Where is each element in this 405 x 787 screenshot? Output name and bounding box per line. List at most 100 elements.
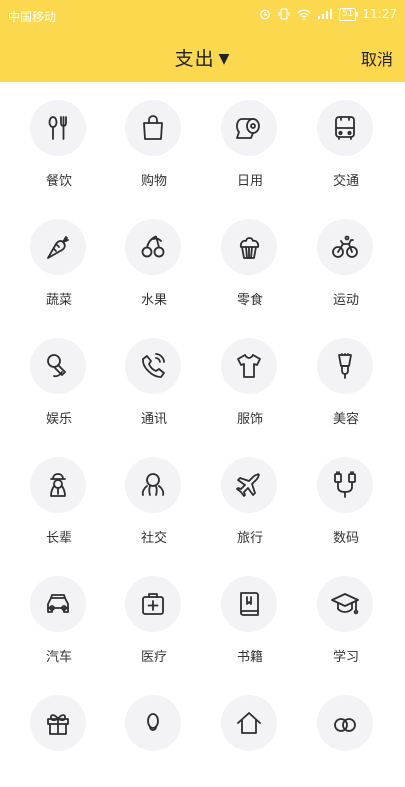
category-label: 社交 xyxy=(140,531,167,546)
cherry-icon xyxy=(141,235,165,258)
category-item[interactable]: 购物 xyxy=(104,82,204,192)
category-item[interactable]: 通讯 xyxy=(104,320,204,430)
vibrate-icon xyxy=(278,8,290,20)
category-label: 通讯 xyxy=(140,412,167,427)
category-item[interactable]: 旅行 xyxy=(200,439,300,549)
car-icon xyxy=(47,594,69,613)
rings-icon xyxy=(334,718,356,732)
medical-kit-icon xyxy=(142,593,164,615)
category-label: 娱乐 xyxy=(45,412,72,427)
battery-icon: 51 xyxy=(338,7,359,21)
category-icon-circle xyxy=(221,338,277,394)
microphone-icon xyxy=(47,354,66,378)
category-label: 水果 xyxy=(140,293,167,308)
category-item[interactable]: 美容 xyxy=(296,320,396,430)
category-item[interactable]: 社交 xyxy=(104,439,204,549)
expense-type-selector[interactable]: 支出 ▼ xyxy=(0,44,405,71)
category-label: 日用 xyxy=(236,174,263,189)
category-icon-circle xyxy=(30,695,86,751)
category-label: 长辈 xyxy=(45,531,72,546)
shopping-bag-icon xyxy=(143,115,163,140)
airplane-icon xyxy=(236,473,260,497)
category-label: 交通 xyxy=(332,174,359,189)
category-icon-circle xyxy=(221,457,277,513)
category-item[interactable]: 长辈 xyxy=(9,439,109,549)
carrier-name: 中国移动 xyxy=(8,10,57,24)
category-icon-circle xyxy=(221,100,277,156)
book-icon xyxy=(240,592,259,616)
category-label: 旅行 xyxy=(236,531,263,546)
category-item[interactable]: 日用 xyxy=(200,82,300,192)
category-label: 购物 xyxy=(140,174,167,189)
toilet-paper-icon xyxy=(236,118,260,139)
category-icon-circle xyxy=(125,100,181,156)
category-item[interactable] xyxy=(296,677,396,787)
category-item[interactable]: 餐饮 xyxy=(9,82,109,192)
category-item[interactable]: 零食 xyxy=(200,201,300,311)
utensils-icon xyxy=(48,116,67,140)
page-title: 支出 xyxy=(174,48,215,70)
category-label: 零食 xyxy=(236,293,263,308)
graduation-cap-icon xyxy=(331,593,359,615)
category-icon-circle xyxy=(317,457,373,513)
category-grid: 餐饮 购物 日用 交通蔬菜 水果 零食 运动娱乐 通讯 服饰 美容长辈 社交 旅行 数码汽车 医疗 书籍 学习 xyxy=(0,82,405,751)
home-icon xyxy=(237,712,261,734)
phone-icon xyxy=(142,353,165,378)
status-icons: 51 11:27 xyxy=(259,7,397,21)
category-item[interactable] xyxy=(9,677,109,787)
category-icon-circle xyxy=(317,219,373,275)
makeup-brush-icon xyxy=(338,353,352,379)
signal-icon xyxy=(317,9,332,19)
category-item[interactable]: 水果 xyxy=(104,201,204,311)
status-bar: 中国移动 51 11:27 xyxy=(0,0,405,30)
category-icon-circle xyxy=(30,338,86,394)
category-icon-circle xyxy=(317,695,373,751)
category-item[interactable] xyxy=(104,677,204,787)
category-label: 书籍 xyxy=(236,650,263,665)
category-item[interactable]: 蔬菜 xyxy=(9,201,109,311)
category-icon-circle xyxy=(30,457,86,513)
carrot-icon xyxy=(47,236,69,259)
category-item[interactable] xyxy=(200,677,300,787)
category-icon-circle xyxy=(30,219,86,275)
category-icon-circle xyxy=(125,338,181,394)
category-item[interactable]: 医疗 xyxy=(104,558,204,668)
category-item[interactable]: 交通 xyxy=(296,82,396,192)
gift-icon xyxy=(47,714,69,735)
pet-icon xyxy=(147,713,159,731)
wifi-icon xyxy=(297,9,311,20)
category-label: 汽车 xyxy=(45,650,72,665)
category-item[interactable]: 运动 xyxy=(296,201,396,311)
category-label: 数码 xyxy=(332,531,359,546)
category-icon-circle xyxy=(221,219,277,275)
category-item[interactable]: 娱乐 xyxy=(9,320,109,430)
category-label: 餐饮 xyxy=(45,174,72,189)
category-icon-circle xyxy=(125,695,181,751)
cupcake-icon xyxy=(239,237,260,259)
social-icon xyxy=(141,473,165,496)
category-item[interactable]: 汽车 xyxy=(9,558,109,668)
category-icon-circle xyxy=(125,457,181,513)
dropdown-caret-icon: ▼ xyxy=(218,51,231,67)
category-icon-circle xyxy=(30,100,86,156)
cancel-button[interactable]: 取消 xyxy=(361,46,393,70)
cable-icon xyxy=(334,471,356,498)
category-item[interactable]: 学习 xyxy=(296,558,396,668)
top-bar: 中国移动 51 11:27 支出 ▼ 取消 xyxy=(0,0,405,82)
category-icon-circle xyxy=(221,576,277,632)
category-label: 医疗 xyxy=(140,650,167,665)
clock: 11:27 xyxy=(362,7,397,21)
category-icon-circle xyxy=(317,576,373,632)
elder-icon xyxy=(50,473,66,497)
category-icon-circle xyxy=(125,576,181,632)
category-icon-circle xyxy=(317,100,373,156)
category-label: 运动 xyxy=(332,293,359,308)
category-label: 服饰 xyxy=(236,412,263,427)
category-label: 蔬菜 xyxy=(45,293,72,308)
category-item[interactable]: 服饰 xyxy=(200,320,300,430)
category-item[interactable]: 数码 xyxy=(296,439,396,549)
category-icon-circle xyxy=(125,219,181,275)
category-item[interactable]: 书籍 xyxy=(200,558,300,668)
tshirt-icon xyxy=(237,354,261,378)
alarm-icon xyxy=(260,9,270,20)
